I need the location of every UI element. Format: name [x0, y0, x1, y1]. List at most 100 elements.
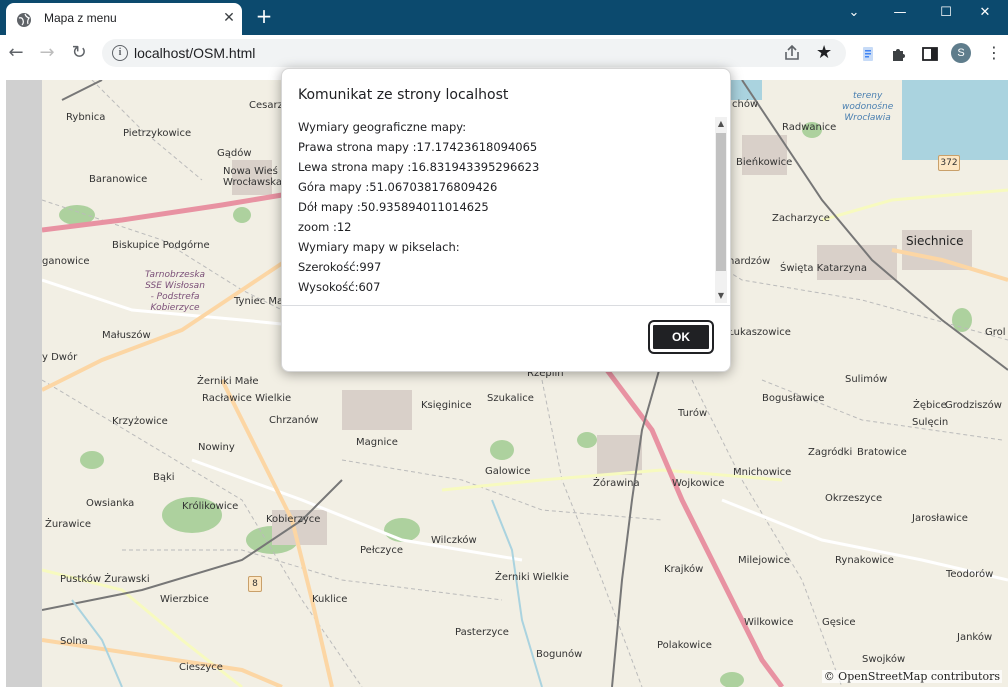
map-place-label: Nowiny	[198, 442, 235, 453]
map-attribution[interactable]: © OpenStreetMap contributors	[821, 670, 1002, 683]
new-tab-button[interactable]: +	[254, 6, 274, 26]
map-place-label: Pustków Żurawski	[60, 574, 150, 585]
puzzle-icon[interactable]	[889, 44, 909, 64]
map-place-label: Grol	[985, 327, 1006, 338]
map-place-label: Swojków	[862, 654, 906, 665]
map-place-label: Kuklice	[312, 594, 348, 605]
map-place-label: Nowa Wieś Wrocławska	[223, 166, 283, 188]
map-place-label: Wilkowice	[744, 617, 794, 628]
map-place-label: Wierzbice	[160, 594, 209, 605]
map-place-label: Pasterzyce	[455, 627, 509, 638]
map-place-label: Solna	[60, 636, 88, 647]
tab-title: Mapa z menu	[44, 11, 117, 25]
map-place-label: tereny wodonośne Wrocławia	[842, 91, 894, 123]
map-place-label: Rybnica	[66, 112, 106, 123]
back-arrow-icon[interactable]: ←	[4, 41, 28, 65]
map-place-label: Żerniki Małe	[197, 376, 259, 387]
dialog-title: Komunikat ze strony localhost	[298, 87, 509, 103]
map-place-label: Żórawina	[593, 478, 640, 489]
map-place-label: Janków	[957, 632, 993, 643]
map-place-label: Sulęcin	[912, 417, 949, 428]
map-place-label: Krzyżowice	[112, 416, 168, 427]
map-place-label: Biskupice Podgórne	[112, 240, 210, 251]
map-place-label: Radwanice	[782, 122, 837, 133]
map-place-label: Święta Katarzyna	[780, 263, 867, 274]
dialog-scrollbar[interactable]: ▲ ▼	[715, 117, 727, 303]
map-place-label: Galowice	[485, 466, 531, 477]
alert-dialog: Komunikat ze strony localhost Wymiary ge…	[281, 68, 731, 372]
map-place-label: Zagródki	[808, 447, 853, 458]
map-place-label: Żębice	[913, 400, 947, 411]
map-place-label: Żerniki Wielkie	[495, 572, 569, 583]
map-place-label: Tarnobrzeska SSE Wisłosan - Podstrefa Ko…	[145, 270, 206, 313]
menu-dots-icon[interactable]: ⋮	[986, 42, 1002, 64]
dialog-line: zoom :12	[298, 220, 352, 234]
browser-titlebar: Mapa z menu ✕ + ⌄ — ☐ ✕	[0, 0, 1008, 35]
map-place-label: Małuszów	[102, 330, 151, 341]
dialog-line: Wymiary mapy w pikselach:	[298, 240, 460, 254]
map-place-label: Krajków	[664, 564, 704, 575]
route-shield: 8	[248, 576, 262, 592]
scroll-up-icon[interactable]: ▲	[715, 117, 727, 131]
map-place-label: Gądów	[217, 148, 252, 159]
map-place-label: Teodorów	[946, 569, 994, 580]
scrollbar-thumb[interactable]	[716, 133, 726, 271]
map-place-label: Milejowice	[738, 555, 790, 566]
map-place-label: Gęsice	[822, 617, 856, 628]
route-shield: 372	[938, 155, 960, 171]
share-icon[interactable]	[782, 43, 802, 63]
map-place-label: Polakowice	[657, 640, 712, 651]
close-icon[interactable]: ✕	[220, 9, 238, 27]
globe-icon	[16, 12, 32, 32]
map-place-label: Pełczyce	[360, 545, 403, 556]
map-place-label: Racławice Wielkie	[202, 393, 292, 404]
dialog-line: Góra mapy :51.067038176809426	[298, 180, 498, 194]
star-icon[interactable]: ★	[816, 42, 832, 63]
map-place-label: Mnichowice	[733, 467, 792, 478]
map-place-label: Królikowice	[182, 501, 239, 512]
map-place-label: Bogunów	[536, 649, 583, 660]
map-place-label: Magnice	[356, 437, 398, 448]
map-place-label: Siechnice	[906, 234, 964, 248]
address-bar[interactable]: i localhost/OSM.html ★	[102, 39, 846, 67]
map-place-label: Turów	[678, 408, 708, 419]
map-place-label: Baranowice	[89, 174, 148, 185]
page-margin	[6, 80, 42, 687]
info-icon[interactable]: i	[112, 45, 128, 61]
ok-button[interactable]: OK	[650, 322, 712, 352]
dialog-message[interactable]: Wymiary geograficzne mapy: Prawa strona …	[298, 117, 710, 303]
dialog-divider	[282, 305, 730, 306]
map-place-label: Pietrzykowice	[123, 128, 192, 139]
map-place-label: Bogusławice	[762, 393, 825, 404]
avatar[interactable]: S	[951, 43, 971, 63]
minimize-button[interactable]: —	[877, 0, 923, 28]
map-place-label: Chrzanów	[269, 415, 319, 426]
map-place-label: Okrzeszyce	[825, 493, 883, 504]
map-place-label: Wilczków	[431, 535, 477, 546]
dialog-line: Wymiary geograficzne mapy:	[298, 120, 467, 134]
map-place-label: Zacharzyce	[772, 213, 830, 224]
forward-arrow-icon[interactable]: →	[35, 41, 59, 65]
map-place-label: Żurawice	[45, 519, 92, 530]
map-place-label: Bratowice	[857, 447, 907, 458]
browser-tab[interactable]: Mapa z menu ✕	[6, 3, 242, 35]
extension-docs-icon[interactable]	[858, 44, 878, 64]
map-place-label: chów	[732, 99, 759, 110]
map-place-label: nardzów	[728, 256, 771, 267]
reload-icon[interactable]: ↻	[67, 41, 91, 65]
map-place-label: Szukalice	[487, 393, 534, 404]
map-place-label: ganowice	[42, 256, 90, 267]
browser-toolbar: ← → ↻ i localhost/OSM.html ★	[0, 35, 1008, 72]
map-place-label: Bieńkowice	[736, 157, 793, 168]
map-place-label: Jarosławice	[912, 513, 968, 524]
url-text[interactable]: localhost/OSM.html	[134, 45, 255, 61]
scroll-down-icon[interactable]: ▼	[715, 289, 727, 303]
map-place-label: Tyniec Ma	[234, 296, 284, 307]
dialog-line: Prawa strona mapy :17.17423618094065	[298, 140, 538, 154]
chevron-down-icon[interactable]: ⌄	[831, 0, 877, 28]
window-close-button[interactable]: ✕	[962, 0, 1008, 28]
dialog-line: Lewa strona mapy :16.831943395296623	[298, 160, 540, 174]
map-place-label: Sulimów	[845, 374, 888, 385]
map-place-label: Owsianka	[86, 498, 135, 509]
side-panel-icon[interactable]	[920, 44, 940, 64]
